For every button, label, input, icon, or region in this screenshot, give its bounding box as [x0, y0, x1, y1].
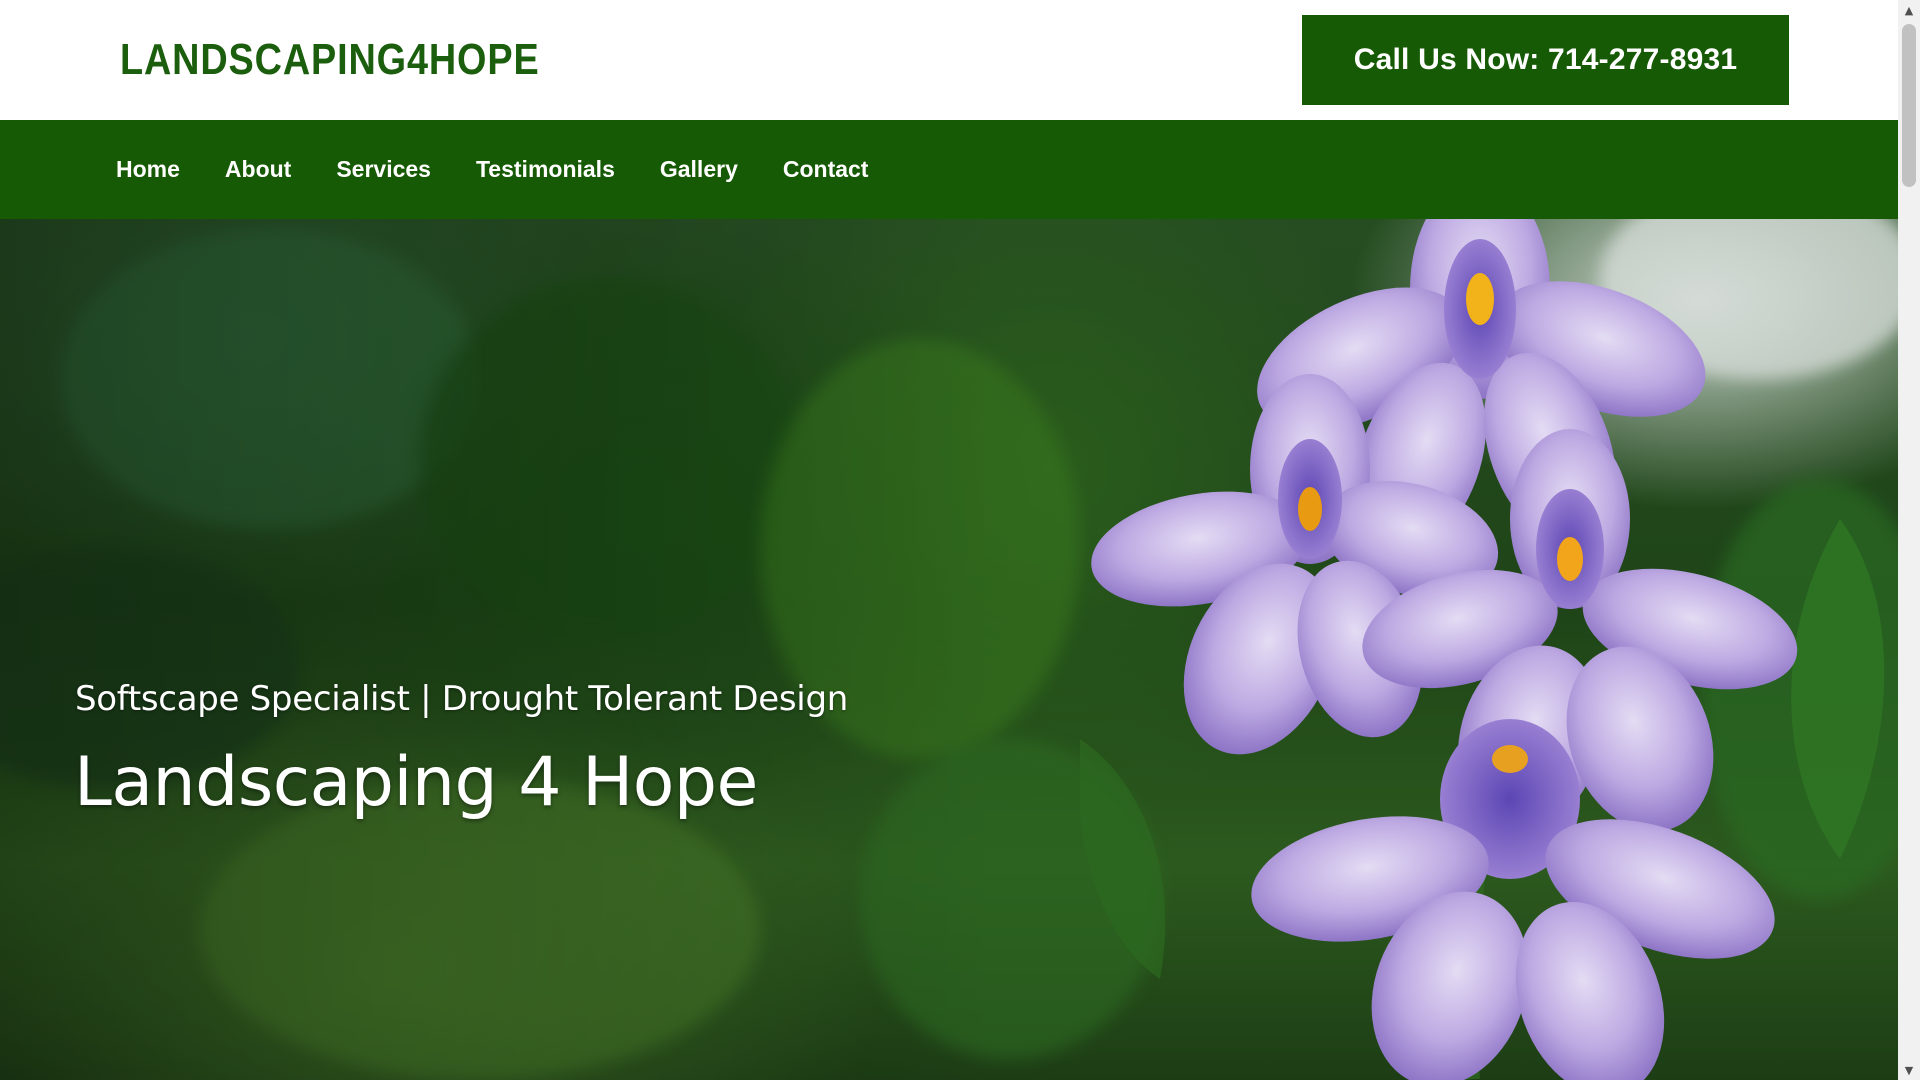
- hero-title: Landscaping 4 Hope: [74, 743, 758, 822]
- nav-list: Home About Services Testimonials Gallery…: [116, 120, 913, 219]
- hero-overlay: [0, 219, 1000, 1080]
- main-nav: Home About Services Testimonials Gallery…: [0, 120, 1898, 219]
- scrollbar-thumb[interactable]: [1902, 24, 1916, 187]
- site-header: LANDSCAPING4HOPE Call Us Now: 714-277-89…: [0, 0, 1898, 120]
- nav-item-gallery[interactable]: Gallery: [660, 156, 738, 183]
- call-us-button[interactable]: Call Us Now: 714-277-8931: [1302, 15, 1789, 105]
- hero-banner: Softscape Specialist | Drought Tolerant …: [0, 219, 1898, 1080]
- site-logo[interactable]: LANDSCAPING4HOPE: [120, 30, 540, 90]
- page-scrollbar[interactable]: ▲ ▼: [1898, 0, 1920, 1080]
- chevron-up-icon[interactable]: ▲: [1898, 0, 1920, 20]
- nav-item-services[interactable]: Services: [336, 156, 431, 183]
- nav-item-testimonials[interactable]: Testimonials: [476, 156, 615, 183]
- page: LANDSCAPING4HOPE Call Us Now: 714-277-89…: [0, 0, 1898, 1080]
- hyacinth-flower-image: [1080, 219, 1885, 1080]
- nav-item-about[interactable]: About: [225, 156, 291, 183]
- nav-item-contact[interactable]: Contact: [783, 156, 869, 183]
- chevron-down-icon[interactable]: ▼: [1898, 1060, 1920, 1080]
- hero-subtitle: Softscape Specialist | Drought Tolerant …: [75, 679, 848, 719]
- nav-item-home[interactable]: Home: [116, 156, 180, 183]
